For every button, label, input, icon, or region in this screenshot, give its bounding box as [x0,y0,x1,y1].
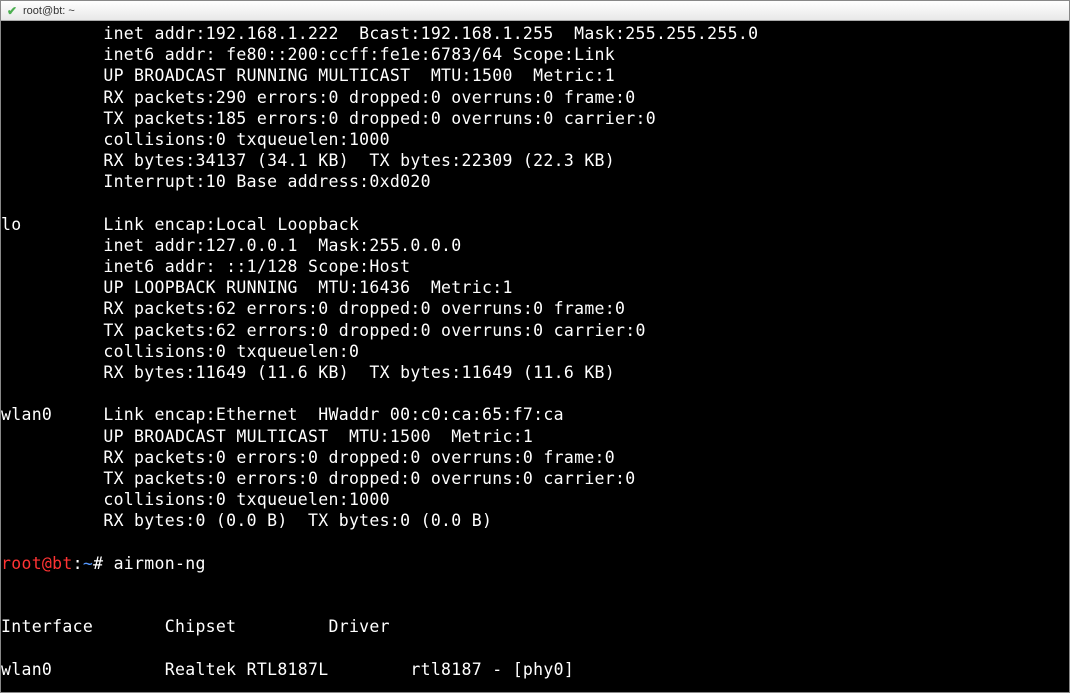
ifconfig-line: RX bytes:34137 (34.1 KB) TX bytes:22309 … [1,151,615,170]
ifconfig-line: UP BROADCAST RUNNING MULTICAST MTU:1500 … [1,66,615,85]
prompt-user: root@bt [1,554,73,573]
window-title: root@bt: ~ [23,5,75,17]
ifconfig-line: TX packets:0 errors:0 dropped:0 overruns… [1,469,636,488]
ifconfig-line: RX packets:62 errors:0 dropped:0 overrun… [1,299,625,318]
ifconfig-line: collisions:0 txqueuelen:0 [1,342,359,361]
airmon-header: Interface Chipset Driver [1,617,390,636]
checkmark-icon: ✔ [5,4,19,18]
ifconfig-line: Interrupt:10 Base address:0xd020 [1,172,431,191]
ifconfig-line: inet addr:127.0.0.1 Mask:255.0.0.0 [1,236,462,255]
ifconfig-line: inet6 addr: fe80::200:ccff:fe1e:6783/64 … [1,45,615,64]
titlebar[interactable]: ✔ root@bt: ~ [1,1,1069,21]
ifconfig-line: lo Link encap:Local Loopback [1,215,359,234]
command-text: airmon-ng [114,554,206,573]
terminal-window: ✔ root@bt: ~ inet addr:192.168.1.222 Bca… [0,0,1070,693]
ifconfig-line: collisions:0 txqueuelen:1000 [1,130,390,149]
ifconfig-line: UP LOOPBACK RUNNING MTU:16436 Metric:1 [1,278,513,297]
prompt-path: ~ [83,554,93,573]
ifconfig-line: wlan0 Link encap:Ethernet HWaddr 00:c0:c… [1,405,564,424]
prompt-hash: # [93,554,113,573]
ifconfig-line: TX packets:62 errors:0 dropped:0 overrun… [1,321,646,340]
terminal-output[interactable]: inet addr:192.168.1.222 Bcast:192.168.1.… [1,21,1069,692]
ifconfig-line: collisions:0 txqueuelen:1000 [1,490,390,509]
ifconfig-line: RX packets:290 errors:0 dropped:0 overru… [1,88,636,107]
ifconfig-line: RX bytes:11649 (11.6 KB) TX bytes:11649 … [1,363,615,382]
ifconfig-line: RX packets:0 errors:0 dropped:0 overruns… [1,448,615,467]
ifconfig-line: TX packets:185 errors:0 dropped:0 overru… [1,109,656,128]
prompt-colon: : [73,554,83,573]
ifconfig-line: inet6 addr: ::1/128 Scope:Host [1,257,410,276]
airmon-row: wlan0 Realtek RTL8187L rtl8187 - [phy0] [1,660,574,679]
ifconfig-line: RX bytes:0 (0.0 B) TX bytes:0 (0.0 B) [1,511,492,530]
ifconfig-line: inet addr:192.168.1.222 Bcast:192.168.1.… [1,24,758,43]
ifconfig-line: UP BROADCAST MULTICAST MTU:1500 Metric:1 [1,427,533,446]
